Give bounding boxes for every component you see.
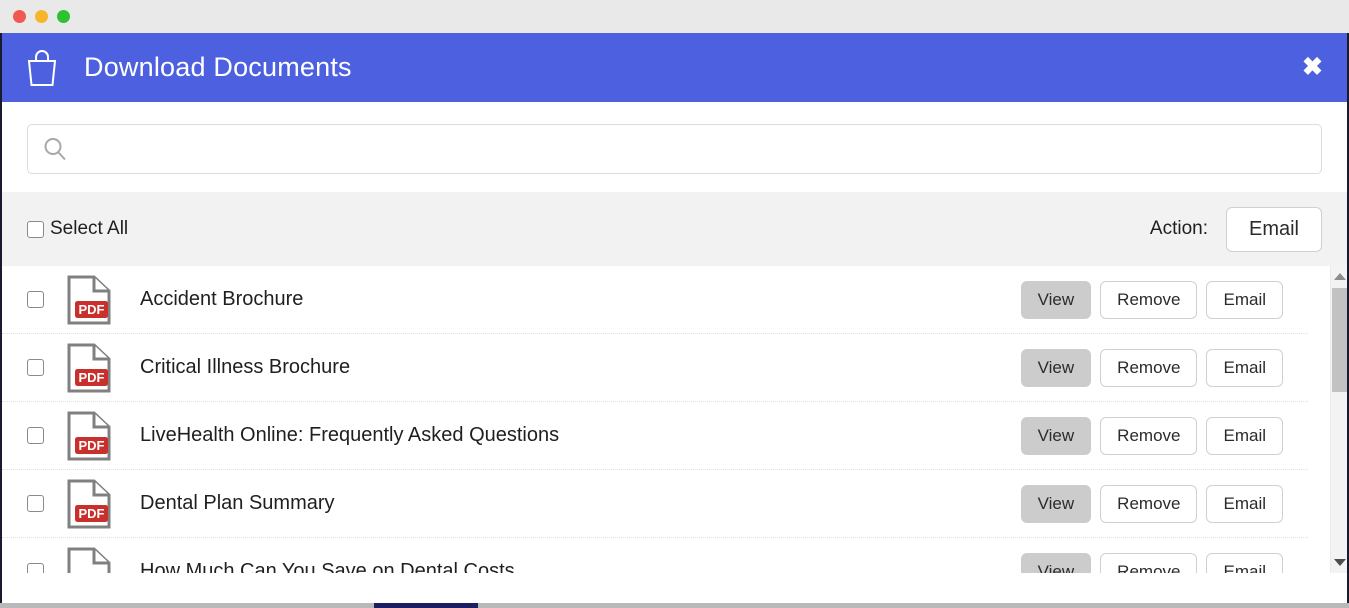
email-button[interactable]: Email	[1206, 348, 1283, 387]
row-checkbox[interactable]	[27, 291, 44, 308]
email-button[interactable]: Email	[1206, 280, 1283, 319]
email-button[interactable]: Email	[1206, 552, 1283, 573]
email-button[interactable]: Email	[1206, 416, 1283, 455]
select-all-label: Select All	[50, 218, 129, 239]
remove-button[interactable]: Remove	[1100, 348, 1198, 387]
list-scrollbar[interactable]	[1330, 266, 1347, 573]
row-checkbox[interactable]	[27, 563, 44, 573]
table-row[interactable]: PDF Critical Illness Brochure View Remov…	[2, 334, 1308, 402]
modal-title: Download Documents	[84, 52, 352, 82]
view-button[interactable]: View	[1020, 484, 1092, 523]
document-title: Dental Plan Summary	[140, 492, 335, 514]
download-documents-modal: Download Documents ✖ Select All Action: …	[0, 33, 1349, 608]
select-all-toolbar: Select All Action: Email	[2, 192, 1347, 266]
view-button[interactable]: View	[1020, 552, 1092, 573]
document-title: Accident Brochure	[140, 288, 304, 310]
browser-window: Download Documents ✖ Select All Action: …	[0, 0, 1349, 608]
row-checkbox[interactable]	[27, 359, 44, 376]
taskbar-active-item	[374, 603, 478, 608]
document-title: Critical Illness Brochure	[140, 356, 351, 378]
document-list-area: PDF Accident Brochure View Remove Email	[2, 266, 1347, 573]
traffic-light-minimize[interactable]	[35, 10, 48, 23]
action-email-button[interactable]: Email	[1225, 206, 1322, 252]
pdf-file-icon: PDF	[66, 410, 112, 462]
svg-text:PDF: PDF	[79, 302, 105, 317]
traffic-light-close[interactable]	[13, 10, 26, 23]
row-actions: View Remove Email	[1020, 348, 1283, 387]
search-box[interactable]	[27, 124, 1322, 174]
row-checkbox[interactable]	[27, 495, 44, 512]
table-row[interactable]: PDF Dental Plan Summary View Remove Emai…	[2, 470, 1308, 538]
pdf-file-icon: PDF	[66, 478, 112, 530]
remove-button[interactable]: Remove	[1100, 484, 1198, 523]
pdf-file-icon: PDF	[66, 342, 112, 394]
modal-header: Download Documents ✖	[2, 33, 1347, 102]
document-list: PDF Accident Brochure View Remove Email	[2, 266, 1308, 573]
row-actions: View Remove Email	[1020, 280, 1283, 319]
view-button[interactable]: View	[1020, 348, 1092, 387]
document-title: How Much Can You Save on Dental Costs	[140, 560, 515, 573]
remove-button[interactable]: Remove	[1100, 416, 1198, 455]
svg-text:PDF: PDF	[79, 506, 105, 521]
view-button[interactable]: View	[1020, 416, 1092, 455]
scroll-up-arrow-icon[interactable]	[1331, 268, 1347, 285]
search-input[interactable]	[80, 139, 1307, 159]
view-button[interactable]: View	[1020, 280, 1092, 319]
table-row[interactable]: PDF Accident Brochure View Remove Email	[2, 266, 1308, 334]
traffic-light-maximize[interactable]	[57, 10, 70, 23]
row-checkbox[interactable]	[27, 427, 44, 444]
row-actions: View Remove Email	[1020, 484, 1283, 523]
remove-button[interactable]: Remove	[1100, 552, 1198, 573]
table-row[interactable]: PDF How Much Can You Save on Dental Cost…	[2, 538, 1308, 573]
scrollbar-thumb[interactable]	[1332, 288, 1347, 392]
svg-text:PDF: PDF	[79, 438, 105, 453]
window-titlebar	[0, 0, 1349, 33]
row-actions: View Remove Email	[1020, 416, 1283, 455]
select-all-checkbox[interactable]	[27, 220, 44, 238]
search-icon	[42, 136, 68, 162]
desktop-taskbar	[0, 603, 1349, 608]
shopping-bag-icon	[24, 48, 60, 88]
pdf-file-icon: PDF	[66, 546, 112, 573]
email-button[interactable]: Email	[1206, 484, 1283, 523]
search-section	[2, 102, 1347, 174]
action-label: Action:	[1149, 218, 1208, 239]
svg-text:PDF: PDF	[79, 370, 105, 385]
scroll-down-arrow-icon[interactable]	[1331, 554, 1347, 571]
remove-button[interactable]: Remove	[1100, 280, 1198, 319]
pdf-file-icon: PDF	[66, 274, 112, 326]
row-actions: View Remove Email	[1020, 552, 1283, 573]
table-row[interactable]: PDF LiveHealth Online: Frequently Asked …	[2, 402, 1308, 470]
close-icon[interactable]: ✖	[1296, 55, 1329, 80]
document-title: LiveHealth Online: Frequently Asked Ques…	[140, 424, 560, 446]
